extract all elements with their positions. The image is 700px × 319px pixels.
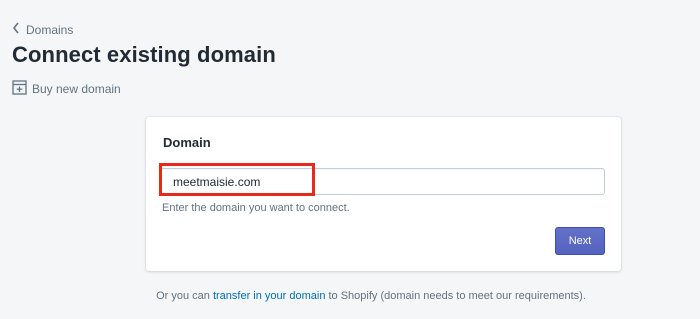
page-title: Connect existing domain [12, 42, 276, 67]
buy-new-domain-label[interactable]: Buy new domain [32, 82, 121, 96]
buy-new-domain-button[interactable]: Buy new domain [12, 80, 121, 98]
breadcrumb-label[interactable]: Domains [26, 23, 73, 37]
next-button[interactable]: Next [555, 227, 605, 255]
footer-prefix: Or you can [156, 290, 213, 302]
help-text: Enter the domain you want to connect. [162, 202, 350, 214]
card-title: Domain [163, 135, 211, 150]
domain-card: Domain Enter the domain you want to conn… [146, 117, 621, 271]
footer-suffix: to Shopify (domain needs to meet our req… [325, 290, 586, 302]
buy-domain-icon [12, 80, 27, 98]
domain-input[interactable] [160, 168, 605, 195]
chevron-left-icon [12, 22, 20, 37]
transfer-domain-link[interactable]: transfer in your domain [213, 290, 326, 302]
footer-text: Or you can transfer in your domain to Sh… [0, 290, 700, 302]
breadcrumb[interactable]: Domains [12, 22, 73, 37]
